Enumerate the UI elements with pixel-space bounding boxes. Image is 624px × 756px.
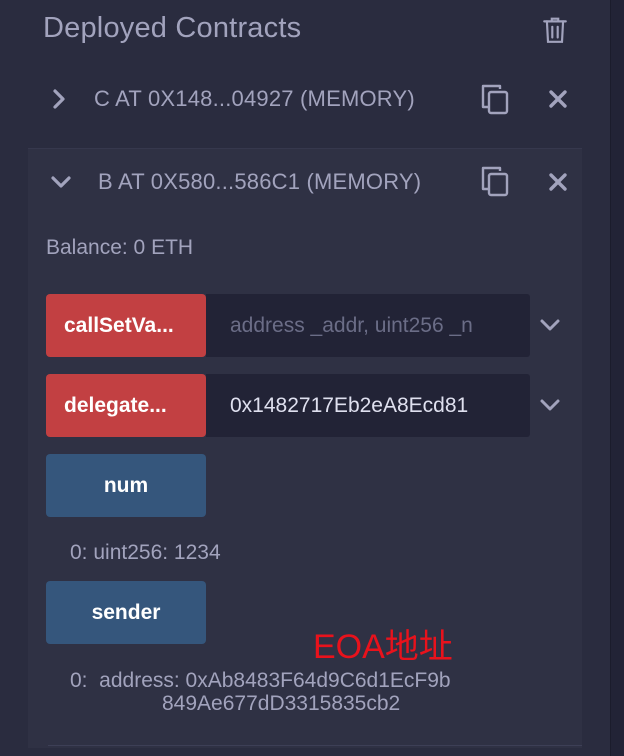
copy-icon[interactable] xyxy=(480,83,510,115)
chevron-down-icon[interactable] xyxy=(539,314,561,336)
eoa-annotation: EOA地址 xyxy=(313,628,453,666)
scrollbar-track[interactable] xyxy=(610,0,624,756)
deployed-contracts-panel: Deployed Contracts C AT 0X148...04927 (M… xyxy=(0,0,610,756)
trash-icon[interactable] xyxy=(542,16,568,44)
call-set-value-input[interactable] xyxy=(206,294,530,357)
copy-icon[interactable] xyxy=(480,165,510,197)
close-icon[interactable] xyxy=(547,88,569,110)
sender-button[interactable]: sender xyxy=(46,581,206,644)
chevron-down-icon[interactable] xyxy=(50,171,72,193)
contract-label: C AT 0X148...04927 (MEMORY) xyxy=(94,86,415,111)
num-result: 0: uint256: 1234 xyxy=(70,541,221,564)
balance-text: Balance: 0 ETH xyxy=(46,236,194,259)
sender-result-line-1: 0: address: 0xAb8483F64d9C6d1EcF9b xyxy=(70,669,451,692)
section-title: Deployed Contracts xyxy=(43,12,302,44)
close-icon[interactable] xyxy=(547,171,569,193)
contract-row-b: B AT 0X580...586C1 (MEMORY) Balance: 0 E… xyxy=(28,148,582,748)
delegatecall-button[interactable]: delegate... xyxy=(46,374,206,437)
divider xyxy=(48,745,582,746)
contract-label: B AT 0X580...586C1 (MEMORY) xyxy=(98,169,422,194)
call-set-value-button[interactable]: callSetVa... xyxy=(46,294,206,357)
delegatecall-input[interactable] xyxy=(206,374,530,437)
sender-result-line-2: 849Ae677dD3315835cb2 xyxy=(162,692,401,715)
chevron-right-icon[interactable] xyxy=(48,88,70,110)
chevron-down-icon[interactable] xyxy=(539,394,561,416)
contract-row-c[interactable]: C AT 0X148...04927 (MEMORY) xyxy=(28,68,582,132)
num-button[interactable]: num xyxy=(46,454,206,517)
